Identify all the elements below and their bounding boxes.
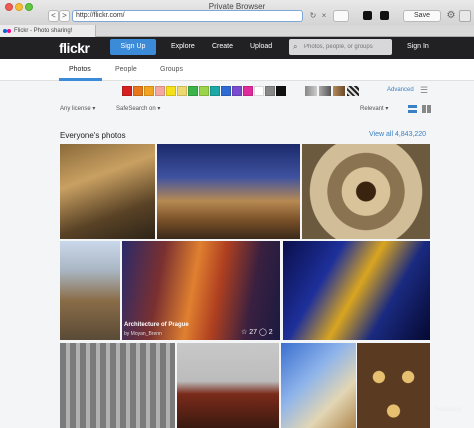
- sign-in-link[interactable]: Sign In: [407, 43, 429, 50]
- black-and-white-filter[interactable]: [305, 86, 317, 96]
- flickr-favicon-icon: [3, 27, 11, 35]
- tab-groups[interactable]: Groups: [160, 66, 183, 73]
- safesearch-dropdown[interactable]: SafeSearch on ▾: [116, 105, 160, 112]
- view-all-link[interactable]: View all 4,843,220: [369, 131, 426, 138]
- photo-twin-towers[interactable]: [60, 241, 120, 340]
- favorites-count: 27: [249, 329, 258, 336]
- search-icon: ⌕: [293, 42, 298, 51]
- color-swatch[interactable]: [166, 86, 176, 96]
- tab-title: Flickr - Photo sharing!: [14, 28, 73, 34]
- sort-dropdown[interactable]: Relevant ▾: [360, 105, 388, 112]
- flickr-navbar: flickr Sign Up Explore Create Upload ⌕ S…: [0, 37, 474, 59]
- sidebar-toggle-button[interactable]: [333, 10, 349, 22]
- color-swatch[interactable]: [265, 86, 275, 96]
- tab-photos[interactable]: Photos: [69, 66, 91, 73]
- color-swatch[interactable]: [210, 86, 220, 96]
- color-swatch[interactable]: [133, 86, 143, 96]
- stop-icon[interactable]: ×: [318, 10, 330, 22]
- color-swatch[interactable]: [276, 86, 286, 96]
- color-swatch[interactable]: [254, 86, 264, 96]
- section-heading: Everyone's photos: [60, 131, 126, 140]
- sign-up-button[interactable]: Sign Up: [110, 39, 156, 55]
- search-input[interactable]: [304, 39, 392, 55]
- nav-create[interactable]: Create: [212, 43, 233, 50]
- back-button[interactable]: <: [48, 10, 59, 22]
- photo-glass-tower[interactable]: [283, 241, 430, 340]
- comment-icon[interactable]: ◯: [259, 329, 267, 336]
- photo-building-cornice[interactable]: [60, 144, 155, 239]
- color-swatch[interactable]: [188, 86, 198, 96]
- photo-stats: ☆ 27 ◯ 2: [241, 328, 273, 336]
- search-box: ⌕: [289, 39, 392, 55]
- photo-apartment-block[interactable]: [60, 343, 175, 428]
- color-swatch[interactable]: [199, 86, 209, 96]
- color-swatch[interactable]: [122, 86, 132, 96]
- photo-lattice-facade[interactable]: [357, 343, 430, 428]
- search-subnav: Photos People Groups: [0, 59, 474, 81]
- grid-view-icon[interactable]: [422, 105, 431, 113]
- star-icon[interactable]: ☆: [241, 329, 247, 336]
- shallow-depth-filter[interactable]: [319, 86, 331, 96]
- color-swatch[interactable]: [232, 86, 242, 96]
- save-button[interactable]: Save: [403, 10, 441, 22]
- nav-explore[interactable]: Explore: [171, 43, 195, 50]
- feedback-tab[interactable]: Feedback: [435, 407, 461, 413]
- comments-count: 2: [268, 329, 273, 336]
- color-swatch[interactable]: [144, 86, 154, 96]
- menu-icon[interactable]: ☰: [420, 85, 431, 95]
- forward-button[interactable]: >: [59, 10, 70, 22]
- color-swatch[interactable]: [243, 86, 253, 96]
- active-tab-indicator: [59, 78, 102, 81]
- tab-people[interactable]: People: [115, 66, 137, 73]
- photo-caption: Architecture of Prague: [124, 322, 189, 328]
- photo-red-building[interactable]: [177, 343, 279, 428]
- photo-author[interactable]: by Moyan_Brenn: [124, 331, 162, 337]
- photo-glass-atrium[interactable]: [281, 343, 356, 428]
- minimalist-filter[interactable]: [333, 86, 345, 96]
- patterns-filter[interactable]: [347, 86, 359, 96]
- license-dropdown[interactable]: Any license ▾: [60, 105, 95, 112]
- browser-window: Private Browser < > http://flickr.com/ ↻…: [0, 0, 474, 428]
- advanced-link[interactable]: Advanced: [387, 87, 414, 93]
- address-bar[interactable]: http://flickr.com/: [72, 10, 303, 22]
- flickr-logo[interactable]: flickr: [59, 40, 90, 56]
- color-swatch[interactable]: [177, 86, 187, 96]
- justified-view-icon[interactable]: [408, 105, 417, 113]
- color-swatch[interactable]: [155, 86, 165, 96]
- title-bar: Private Browser < > http://flickr.com/ ↻…: [0, 0, 474, 28]
- nav-upload[interactable]: Upload: [250, 43, 272, 50]
- photo-palace-night[interactable]: [157, 144, 300, 239]
- media-play-icon[interactable]: [380, 11, 389, 20]
- photo-dome-ceiling[interactable]: [302, 144, 430, 239]
- media-stop-icon[interactable]: [363, 11, 372, 20]
- tab-bar: Flickr - Photo sharing!: [0, 25, 474, 37]
- gear-icon[interactable]: ⚙: [445, 10, 457, 22]
- color-swatch[interactable]: [221, 86, 231, 96]
- shield-icon[interactable]: [459, 10, 471, 22]
- tab-flickr[interactable]: Flickr - Photo sharing!: [0, 25, 96, 37]
